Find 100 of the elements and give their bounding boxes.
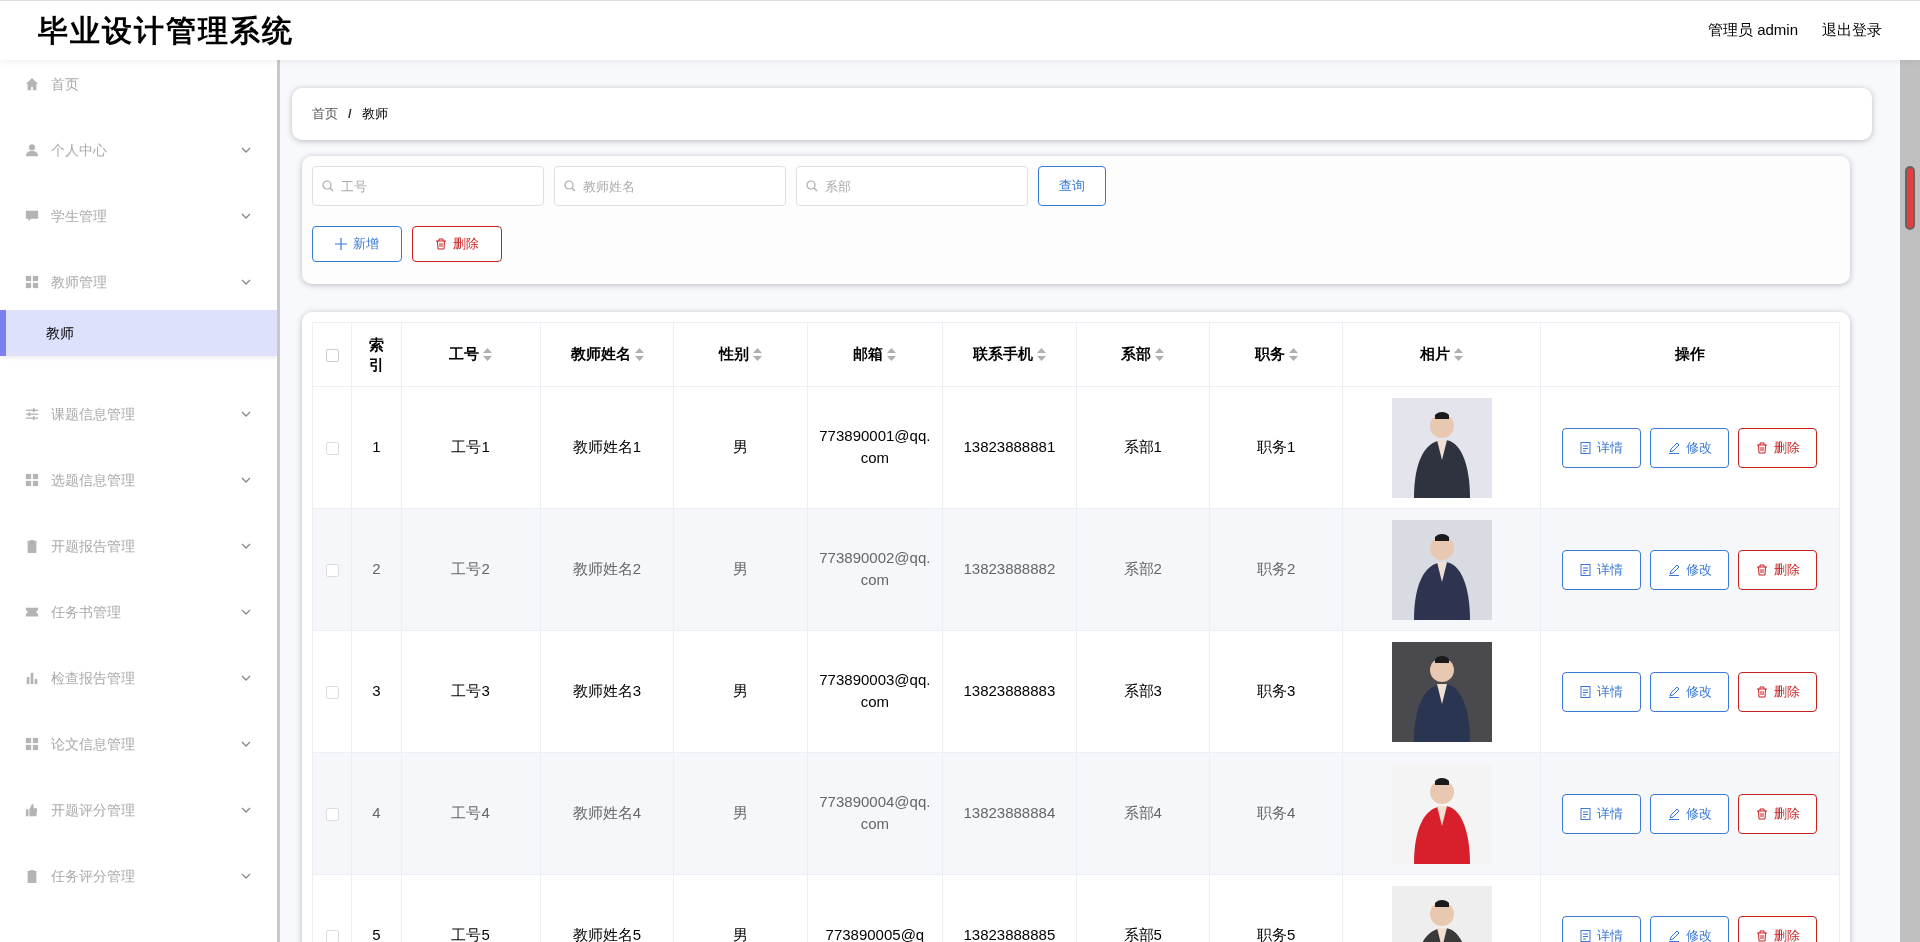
sort-icon[interactable]	[483, 348, 493, 361]
grid-icon	[25, 473, 39, 487]
detail-button[interactable]: 详情	[1562, 427, 1642, 468]
sidebar-item[interactable]: 任务书管理	[0, 592, 277, 632]
post-cell-text: 职务4	[1257, 803, 1296, 824]
edit-button[interactable]: 修改	[1650, 915, 1730, 942]
row-delete-button[interactable]: 删除	[1738, 549, 1818, 590]
sort-icon[interactable]	[1454, 348, 1464, 361]
sidebar-item[interactable]: 选题信息管理	[0, 460, 277, 500]
id-cell-text: 工号5	[451, 925, 490, 942]
sidebar-item[interactable]: 检查报告管理	[0, 658, 277, 698]
sidebar-item[interactable]: 个人中心	[0, 130, 277, 170]
phone-cell-text: 13823888883	[963, 681, 1056, 702]
trash-icon	[1756, 807, 1768, 820]
id-cell-text: 工号4	[451, 803, 490, 824]
column-header[interactable]: 教师姓名	[540, 322, 674, 387]
column-label: 职务	[1254, 344, 1285, 365]
column-label: 教师姓名	[570, 344, 631, 365]
search-field[interactable]: 系部	[796, 166, 1028, 206]
column-label: 相片	[1420, 344, 1451, 365]
column-label: 工号	[449, 344, 480, 365]
pencil-icon	[1668, 441, 1680, 454]
user-label: 管理员 admin	[1707, 20, 1798, 41]
scrollbar-thumb[interactable]	[1905, 166, 1915, 230]
row-delete-button[interactable]: 删除	[1738, 915, 1818, 942]
email-cell-text: 773890002@qq.com	[818, 548, 932, 591]
add-button[interactable]: 新增	[312, 226, 402, 262]
sort-icon[interactable]	[634, 348, 644, 361]
column-header[interactable]: 职务	[1209, 322, 1343, 387]
plus-icon	[335, 238, 347, 250]
name-cell-text: 教师姓名2	[572, 559, 642, 580]
gender-cell-text: 男	[732, 559, 748, 580]
sidebar-item[interactable]: 开题报告管理	[0, 526, 277, 566]
trash-icon	[1756, 563, 1768, 576]
column-header[interactable]: 相片	[1342, 322, 1541, 387]
index-cell-text: 4	[372, 803, 381, 824]
edit-button[interactable]: 修改	[1650, 549, 1730, 590]
sidebar-item[interactable]: 首页	[0, 64, 277, 104]
row-checkbox[interactable]	[325, 685, 339, 699]
chat-icon	[25, 209, 39, 223]
post-cell-text: 职务3	[1257, 681, 1296, 702]
sidebar-item[interactable]: 任务评分管理	[0, 856, 277, 896]
sort-icon[interactable]	[1288, 348, 1298, 361]
query-button[interactable]: 查询	[1038, 166, 1106, 206]
trash-icon	[1756, 929, 1768, 942]
phone-cell-text: 13823888882	[963, 559, 1056, 580]
search-field[interactable]: 工号	[312, 166, 544, 206]
name-cell-text: 教师姓名3	[572, 681, 642, 702]
phone-cell-text: 13823888885	[963, 925, 1056, 942]
sliders-icon	[25, 407, 39, 421]
column-header[interactable]: 联系手机	[942, 322, 1077, 387]
sidebar-item[interactable]: 论文信息管理	[0, 724, 277, 764]
ticket-icon	[25, 605, 39, 619]
id-cell-text: 工号2	[451, 559, 490, 580]
edit-button[interactable]: 修改	[1650, 671, 1730, 712]
dept-cell-text: 系部1	[1123, 437, 1162, 458]
index-cell-text: 1	[372, 437, 381, 458]
sort-icon[interactable]	[1155, 348, 1165, 361]
logout-link[interactable]: 退出登录	[1822, 19, 1882, 42]
sidebar-item[interactable]: 开题评分管理	[0, 790, 277, 830]
user-icon	[25, 143, 39, 157]
sort-icon[interactable]	[1036, 348, 1046, 361]
app-title: 毕业设计管理系统	[38, 12, 294, 50]
row-checkbox[interactable]	[325, 807, 339, 821]
id-cell-text: 工号3	[451, 681, 490, 702]
column-header[interactable]: 邮箱	[807, 322, 943, 387]
sidebar-subitem[interactable]: 教师	[0, 310, 277, 356]
sidebar-item[interactable]: 学生管理	[0, 196, 277, 236]
column-header[interactable]: 系部	[1076, 322, 1210, 387]
sidebar-item[interactable]: 课题信息管理	[0, 394, 277, 434]
edit-button[interactable]: 修改	[1650, 427, 1730, 468]
sort-icon[interactable]	[752, 348, 762, 361]
breadcrumb-item: 教师	[361, 105, 388, 124]
search-icon	[806, 180, 818, 192]
row-checkbox[interactable]	[325, 441, 339, 455]
sort-icon[interactable]	[887, 348, 897, 361]
detail-button[interactable]: 详情	[1562, 549, 1642, 590]
post-cell-text: 职务2	[1257, 559, 1296, 580]
row-delete-button[interactable]: 删除	[1738, 671, 1818, 712]
column-header[interactable]: 工号	[401, 322, 541, 387]
dept-cell-text: 系部2	[1123, 559, 1162, 580]
row-delete-button[interactable]: 删除	[1738, 427, 1818, 468]
select-all-checkbox[interactable]	[325, 348, 339, 362]
detail-button[interactable]: 详情	[1562, 915, 1642, 942]
dept-cell-text: 系部4	[1123, 803, 1162, 824]
detail-button[interactable]: 详情	[1562, 793, 1642, 834]
clipboard-icon	[25, 539, 39, 553]
document-icon	[1580, 685, 1592, 698]
column-header[interactable]: 性别	[673, 322, 808, 387]
breadcrumb-item[interactable]: 首页	[312, 104, 338, 124]
sidebar-item[interactable]: 教师管理	[0, 262, 277, 302]
search-field[interactable]: 教师姓名	[554, 166, 786, 206]
email-cell-text: 773890003@qq.com	[818, 670, 932, 713]
detail-button[interactable]: 详情	[1562, 671, 1642, 712]
row-checkbox[interactable]	[325, 563, 339, 577]
row-checkbox[interactable]	[325, 929, 339, 942]
gender-cell-text: 男	[732, 437, 748, 458]
delete-button[interactable]: 删除	[412, 226, 502, 262]
row-delete-button[interactable]: 删除	[1738, 793, 1818, 834]
edit-button[interactable]: 修改	[1650, 793, 1730, 834]
